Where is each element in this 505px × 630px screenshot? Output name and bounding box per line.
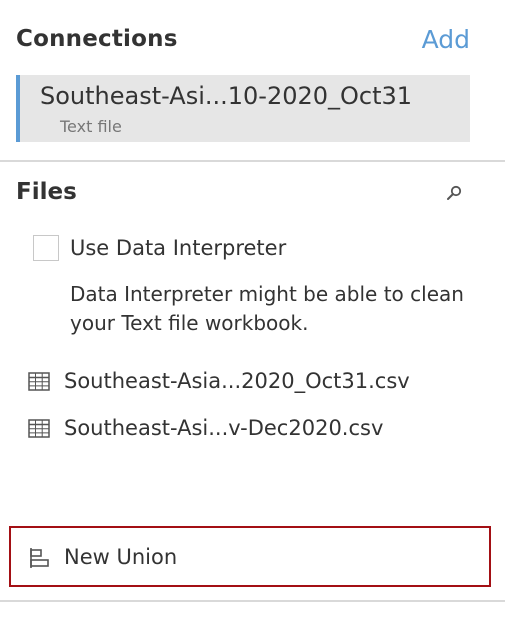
table-icon bbox=[28, 372, 50, 392]
data-interpreter-label[interactable]: Use Data Interpreter bbox=[70, 236, 286, 260]
data-source-pane: Connections Add Southeast-Asi...10-2020_… bbox=[0, 0, 505, 630]
file-list-item[interactable]: Southeast-Asia...2020_Oct31.csv bbox=[28, 367, 468, 399]
data-interpreter-checkbox[interactable] bbox=[33, 235, 59, 261]
files-title: Files bbox=[16, 179, 77, 205]
connection-name: Southeast-Asi...10-2020_Oct31 bbox=[40, 82, 413, 110]
section-divider bbox=[0, 160, 505, 162]
bottom-divider bbox=[0, 600, 505, 602]
connections-header: Connections Add bbox=[16, 25, 470, 60]
new-union-label: New Union bbox=[64, 545, 178, 569]
file-name: Southeast-Asia...2020_Oct31.csv bbox=[64, 369, 410, 393]
new-union-button[interactable]: New Union bbox=[9, 526, 491, 587]
connection-item[interactable]: Southeast-Asi...10-2020_Oct31 Text file bbox=[16, 75, 470, 142]
search-icon[interactable] bbox=[444, 183, 464, 203]
union-icon bbox=[29, 547, 51, 569]
table-icon bbox=[28, 419, 50, 439]
connections-title: Connections bbox=[16, 26, 178, 52]
file-name: Southeast-Asi...v-Dec2020.csv bbox=[64, 416, 384, 440]
data-interpreter-description: Data Interpreter might be able to clean … bbox=[70, 282, 464, 335]
file-list-item[interactable]: Southeast-Asi...v-Dec2020.csv bbox=[28, 414, 468, 446]
connection-type: Text file bbox=[60, 117, 122, 136]
add-connection-link[interactable]: Add bbox=[422, 25, 470, 54]
